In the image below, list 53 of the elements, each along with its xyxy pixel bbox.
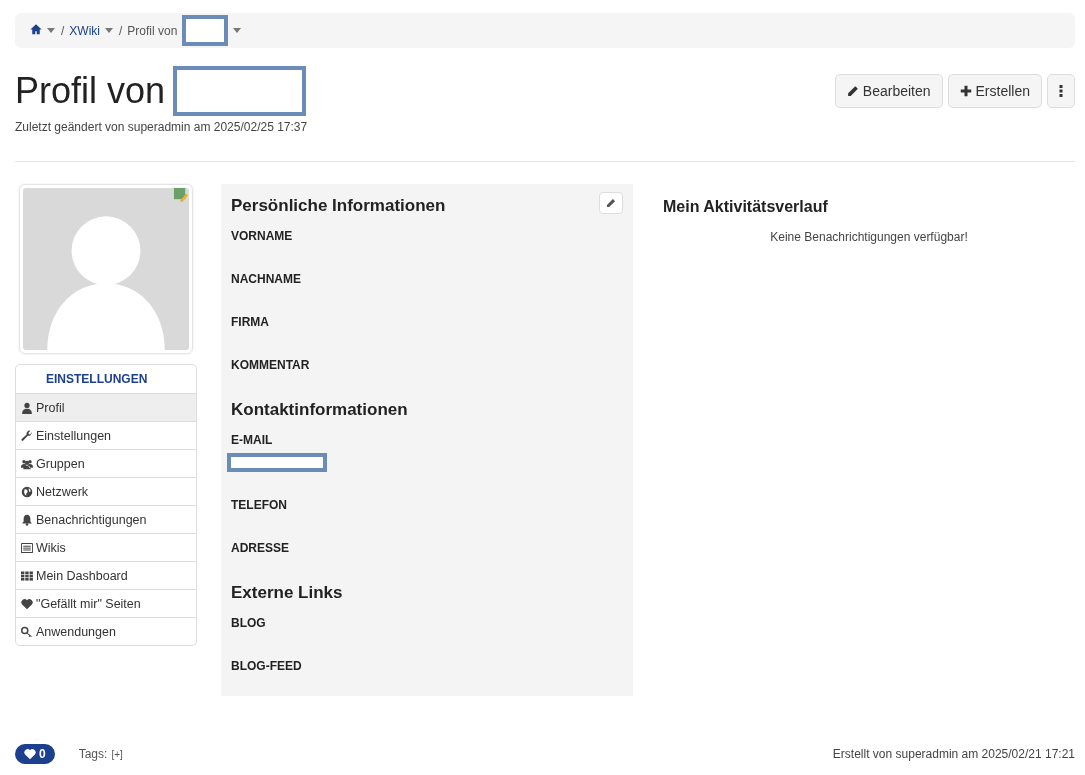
field-label: BLOG bbox=[231, 616, 266, 630]
menu-item[interactable]: Einstellungen bbox=[16, 422, 196, 450]
empty-message: Keine Benachrichtigungen verfügbar! bbox=[769, 230, 969, 244]
tags-label: Tags: bbox=[78, 747, 108, 761]
create-button[interactable]: Erstellen bbox=[947, 74, 1042, 108]
field-label: BLOG-FEED bbox=[231, 659, 302, 673]
menu-item[interactable]: Netzwerk bbox=[16, 478, 196, 506]
home-icon bbox=[30, 23, 42, 35]
field-label: E-MAIL bbox=[231, 433, 273, 447]
menu-item[interactable]: Wikis bbox=[16, 534, 196, 562]
field-label: NACHNAME bbox=[231, 272, 301, 286]
section-heading: Kontaktinformationen bbox=[231, 400, 408, 420]
kebab-icon bbox=[1059, 85, 1063, 97]
last-modified-text: Zuletzt geändert von superadmin am 2025/02/25 17:37 bbox=[15, 120, 308, 134]
section-heading: Externe Links bbox=[231, 583, 343, 603]
breadcrumb-current: Profil von bbox=[127, 23, 178, 38]
breadcrumb-separator: / bbox=[119, 23, 123, 38]
activity-heading: Mein Aktivitätsverlauf bbox=[663, 198, 829, 216]
menu-item[interactable]: Benachrichtigungen bbox=[16, 506, 196, 534]
users-icon bbox=[21, 457, 33, 470]
breadcrumb-link[interactable]: XWiki bbox=[69, 23, 100, 38]
menu-item[interactable]: Mein Dashboard bbox=[16, 562, 196, 590]
edit-button[interactable] bbox=[599, 192, 623, 214]
menu-item[interactable]: Gruppen bbox=[16, 450, 196, 478]
field-label: VORNAME bbox=[231, 229, 293, 243]
plus-icon bbox=[959, 85, 972, 97]
heart-icon bbox=[21, 597, 33, 610]
page-title: Profil von bbox=[15, 70, 166, 112]
bell-icon bbox=[21, 513, 33, 526]
heart-icon bbox=[24, 748, 36, 760]
add-tag-link[interactable]: [+] bbox=[111, 748, 123, 760]
field-label: FIRMA bbox=[231, 315, 269, 329]
menu-item[interactable]: "Gefällt mir" Seiten bbox=[16, 590, 196, 618]
wrench-icon bbox=[21, 429, 33, 442]
pencil-icon bbox=[846, 85, 859, 97]
menu-item[interactable]: Anwendungen bbox=[16, 618, 196, 645]
globe-icon bbox=[21, 485, 33, 498]
key-icon bbox=[21, 625, 33, 638]
user-icon bbox=[21, 401, 33, 414]
section-heading: Persönliche Informationen bbox=[231, 196, 446, 216]
field-label: ADRESSE bbox=[231, 541, 289, 555]
created-by-text: Erstellt von superadmin am 2025/02/21 17:21 bbox=[832, 747, 1075, 761]
pencil-icon bbox=[606, 197, 616, 209]
like-button[interactable]: 0 bbox=[15, 744, 55, 764]
more-button[interactable] bbox=[1047, 74, 1075, 108]
image-edit-icon[interactable] bbox=[173, 187, 188, 202]
list-icon bbox=[21, 541, 33, 554]
grid-icon bbox=[21, 569, 33, 582]
field-label: KOMMENTAR bbox=[231, 358, 310, 372]
menu-item[interactable]: Profil bbox=[16, 394, 196, 422]
field-label: TELEFON bbox=[231, 498, 287, 512]
edit-button[interactable]: Bearbeiten bbox=[834, 74, 943, 108]
breadcrumb-separator: / bbox=[61, 23, 65, 38]
